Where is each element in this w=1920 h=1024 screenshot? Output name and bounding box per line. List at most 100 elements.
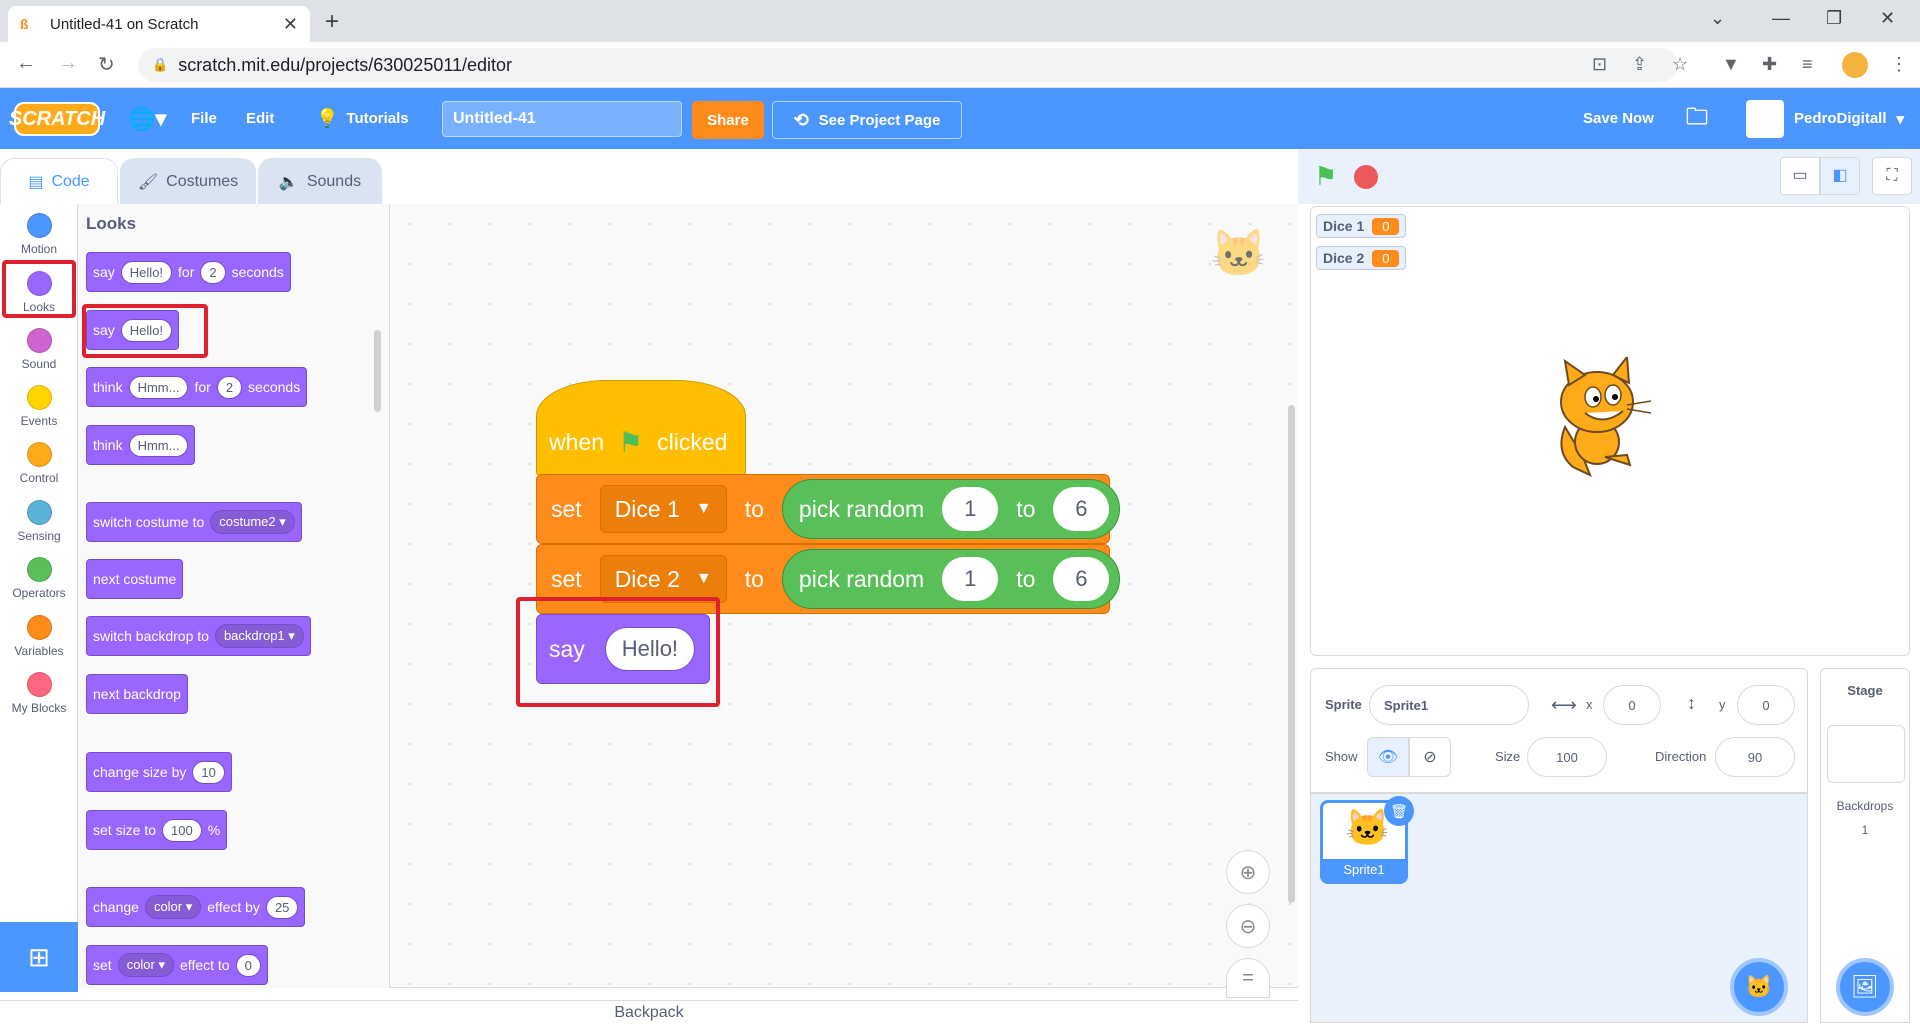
change-size-block[interactable]: change size by 10: [86, 752, 232, 792]
category-motion[interactable]: Motion: [0, 207, 78, 263]
bookmark-star-icon[interactable]: ☆: [1672, 54, 1688, 75]
fullscreen-icon[interactable]: ⛶: [1872, 157, 1912, 195]
account-menu[interactable]: PedroDigitall ▾: [1746, 88, 1904, 149]
add-extension-button[interactable]: ⊞: [0, 922, 78, 992]
set-size-block[interactable]: set size to 100%: [86, 810, 228, 850]
think-block[interactable]: think Hmm...: [86, 425, 196, 465]
save-now-button[interactable]: Save Now: [1583, 88, 1654, 149]
variable-monitor-dice1[interactable]: Dice 1 0: [1316, 214, 1407, 238]
block-input[interactable]: Hello!: [120, 260, 173, 284]
back-icon[interactable]: ←: [16, 52, 36, 75]
project-title-input[interactable]: Untitled-41: [442, 101, 682, 137]
set-dice1-block[interactable]: set Dice 1 ▼ to pick random 1 to 6: [536, 474, 1121, 544]
set-effect-block[interactable]: set color ▾ effect to 0: [86, 945, 268, 985]
close-window-icon[interactable]: ✕: [1880, 8, 1895, 29]
block-input[interactable]: Hmm...: [128, 433, 189, 457]
block-input[interactable]: Hmm...: [128, 375, 189, 399]
block-input[interactable]: 2: [216, 375, 243, 399]
translate-icon[interactable]: ⊡: [1592, 54, 1607, 75]
next-costume-block[interactable]: next costume: [86, 559, 184, 599]
tab-code[interactable]: ▤ Code: [0, 158, 118, 205]
block-input[interactable]: 10: [192, 760, 225, 784]
switch-backdrop-block[interactable]: switch backdrop to backdrop1 ▾: [86, 616, 311, 656]
x-position-input[interactable]: 0: [1603, 685, 1661, 725]
say-for-seconds-block[interactable]: say Hello! for 2 seconds: [86, 252, 291, 292]
hide-eye-icon[interactable]: ⊘: [1409, 737, 1451, 777]
workspace-scrollbar[interactable]: [1288, 405, 1295, 903]
category-sound[interactable]: Sound: [0, 322, 78, 378]
close-tab-icon[interactable]: ✕: [283, 14, 298, 35]
browser-menu-icon[interactable]: ⋮: [1890, 54, 1908, 75]
browser-tab[interactable]: ß Untitled-41 on Scratch ✕: [8, 6, 310, 42]
block-input[interactable]: 25: [265, 895, 299, 919]
tutorials-button[interactable]: 💡 Tutorials: [316, 88, 409, 149]
backdrop-dropdown[interactable]: backdrop1 ▾: [214, 624, 304, 648]
palette-scrollbar[interactable]: [374, 330, 381, 412]
delete-sprite-icon[interactable]: 🗑: [1384, 796, 1414, 826]
zoom-in-icon[interactable]: ⊕: [1226, 850, 1270, 894]
url-field[interactable]: 🔒 scratch.mit.edu/projects/630025011/edi…: [138, 48, 1678, 82]
extension-icon[interactable]: ▼: [1722, 54, 1740, 75]
minimize-icon[interactable]: —: [1772, 8, 1790, 29]
edit-menu[interactable]: Edit: [246, 88, 274, 149]
stop-icon[interactable]: [1354, 165, 1378, 189]
normal-stage-icon[interactable]: ◧: [1820, 157, 1860, 195]
choose-sprite-cat-icon[interactable]: 🐱: [1730, 958, 1788, 1016]
block-input[interactable]: 0: [235, 953, 261, 977]
restore-icon[interactable]: ❐: [1826, 8, 1842, 29]
block-input[interactable]: 6: [1053, 487, 1110, 531]
category-events[interactable]: Events: [0, 379, 78, 435]
small-stage-icon[interactable]: ▭: [1780, 157, 1820, 195]
share-page-icon[interactable]: ⇪: [1632, 54, 1647, 75]
show-eye-icon[interactable]: 👁: [1367, 737, 1409, 777]
my-stuff-folder-icon[interactable]: 🗀: [1686, 88, 1708, 149]
variable-dropdown[interactable]: Dice 2 ▼: [599, 555, 727, 603]
when-flag-clicked-block[interactable]: when ⚑ clicked: [536, 380, 746, 476]
zoom-reset-icon[interactable]: =: [1226, 958, 1270, 998]
y-position-input[interactable]: 0: [1737, 685, 1795, 725]
file-menu[interactable]: File: [191, 88, 217, 149]
block-input[interactable]: 1: [942, 557, 999, 601]
change-effect-block[interactable]: change color ▾ effect by 25: [86, 887, 306, 927]
share-button[interactable]: Share: [692, 101, 764, 139]
backpack[interactable]: Backpack: [0, 1000, 1298, 1023]
next-backdrop-block[interactable]: next backdrop: [86, 674, 188, 714]
puzzle-icon[interactable]: ✚: [1762, 54, 1777, 75]
category-my-blocks[interactable]: My Blocks: [0, 666, 78, 722]
block-input[interactable]: 1: [942, 487, 999, 531]
zoom-out-icon[interactable]: ⊖: [1226, 904, 1270, 948]
variable-monitor-dice2[interactable]: Dice 2 0: [1316, 246, 1407, 270]
category-operators[interactable]: Operators: [0, 551, 78, 607]
media-icon[interactable]: ≡: [1802, 54, 1813, 75]
effect-dropdown[interactable]: color ▾: [144, 895, 202, 919]
variable-dropdown[interactable]: Dice 1 ▼: [599, 485, 727, 533]
stage-canvas[interactable]: [1310, 206, 1910, 656]
category-control[interactable]: Control: [0, 436, 78, 492]
block-input[interactable]: 100: [162, 818, 202, 842]
block-input[interactable]: 2: [200, 260, 226, 284]
reload-icon[interactable]: ↻: [98, 52, 115, 77]
effect-dropdown[interactable]: color ▾: [117, 953, 175, 977]
sprite-cat-icon[interactable]: [1535, 354, 1655, 487]
profile-avatar[interactable]: [1842, 52, 1868, 78]
scratch-logo[interactable]: SCRATCH: [9, 102, 105, 136]
sprite-name-input[interactable]: Sprite1: [1369, 685, 1529, 725]
tab-sounds[interactable]: 🔈 Sounds: [258, 158, 382, 204]
category-variables[interactable]: Variables: [0, 609, 78, 665]
size-input[interactable]: 100: [1527, 737, 1607, 777]
see-project-page-button[interactable]: ⟲ See Project Page: [772, 101, 962, 139]
language-globe-icon[interactable]: 🌐▾: [128, 88, 166, 149]
choose-backdrop-icon[interactable]: 🖼: [1836, 958, 1894, 1016]
think-for-seconds-block[interactable]: think Hmm... for 2 seconds: [86, 367, 308, 407]
costume-dropdown[interactable]: costume2 ▾: [210, 510, 295, 534]
tab-search-icon[interactable]: ⌄: [1710, 8, 1725, 29]
pick-random-block[interactable]: pick random 1 to 6: [781, 549, 1121, 609]
switch-costume-block[interactable]: switch costume to costume2 ▾: [86, 502, 302, 542]
tab-costumes[interactable]: 🖌 Costumes: [120, 158, 256, 204]
new-tab-icon[interactable]: +: [325, 8, 339, 36]
forward-icon[interactable]: →: [58, 52, 78, 75]
block-input[interactable]: 6: [1053, 557, 1110, 601]
green-flag-icon[interactable]: ⚑: [1314, 161, 1337, 192]
pick-random-block[interactable]: pick random 1 to 6: [781, 479, 1121, 539]
category-sensing[interactable]: Sensing: [0, 494, 78, 550]
